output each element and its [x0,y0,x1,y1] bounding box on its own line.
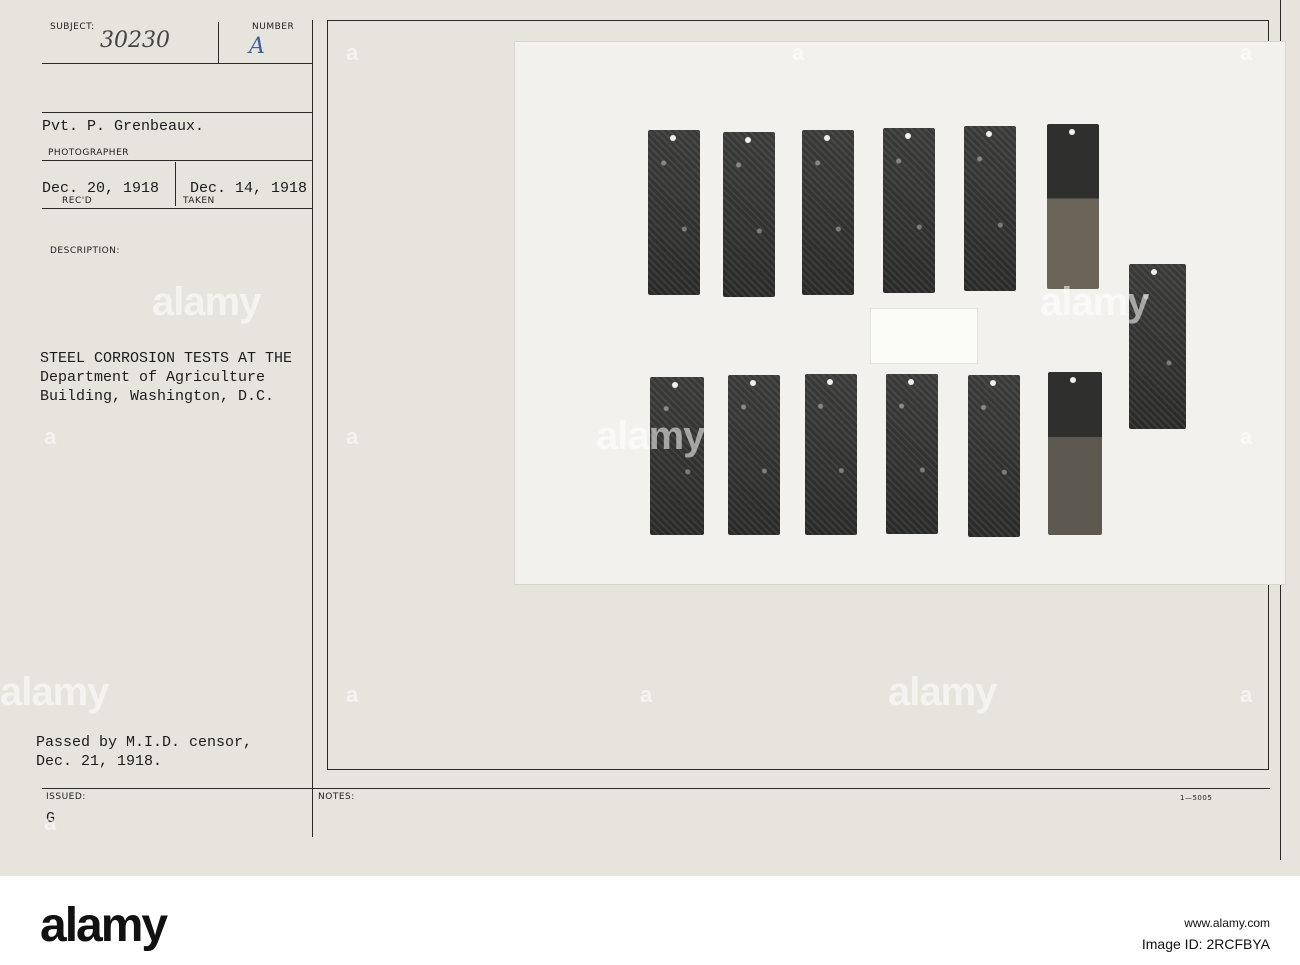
steel-strip [883,128,935,293]
watermark: alamy [888,670,997,714]
form-number: 1—5005 [1180,794,1213,802]
steel-strip [1047,124,1099,289]
description-line: STEEL CORROSION TESTS AT THE [40,350,293,367]
description-line: Department of Agriculture [40,369,266,386]
archive-card: SUBJECT: 30230 NUMBER A Pvt. P. Grenbeau… [0,0,1300,876]
description-line: Building, Washington, D.C. [40,388,275,405]
steel-strip [648,130,700,295]
notes-box-left [327,20,328,770]
photographer-underline [42,160,312,161]
watermark-mark: a [44,424,57,449]
watermark-mark: a [44,810,57,835]
watermark-mark: a [346,40,359,65]
steel-strip [1048,372,1102,535]
steel-strip [968,375,1020,537]
watermark: alamy [0,670,109,714]
footer-bar [0,876,1300,965]
watermark-mark: a [1240,682,1253,707]
corrosion-photo [515,42,1285,584]
issued-label: ISSUED: [46,792,86,802]
received-label: REC'D [62,196,93,206]
notes-box-bottom [327,769,1269,770]
subject-number: 30230 [100,28,170,53]
censor-line: Passed by M.I.D. censor, [36,734,253,751]
steel-strip [728,375,780,535]
steel-strip [886,374,938,534]
watermark-mark: a [1240,40,1253,65]
watermark-mark: a [1240,424,1253,449]
taken-label: TAKEN [183,196,215,206]
photographer-name: Pvt. P. Grenbeaux. [42,118,205,135]
watermark: alamy [1040,280,1149,324]
photographer-label: PHOTOGRAPHER [48,148,130,158]
top-rule [42,63,312,64]
subject-divider [218,22,219,64]
subject-label: SUBJECT: [50,22,95,32]
notes-label: NOTES: [318,792,355,802]
date-divider [175,162,176,206]
received-date: Dec. 20, 1918 [42,180,160,197]
alamy-logo: alamy [40,899,168,952]
censor-line: Dec. 21, 1918. [36,753,163,770]
taken-date: Dec. 14, 1918 [190,180,308,197]
steel-strip [723,132,775,297]
watermark-mark: a [792,40,805,65]
date-rule [42,208,312,209]
image-id: Image ID: 2RCFBYA [1141,936,1270,952]
watermark: alamy [152,280,261,324]
left-column-border [312,20,313,837]
notes-box-top [327,20,1269,21]
watermark-mark: a [640,682,653,707]
watermark-mark: a [346,424,359,449]
specimen-label-card [870,308,978,364]
number-value: A [249,34,265,59]
steel-strip [964,126,1016,291]
issued-rule [42,788,1270,789]
watermark: alamy [596,414,705,458]
description-label: DESCRIPTION: [50,246,120,256]
number-label: NUMBER [252,22,295,32]
steel-strip [805,374,857,535]
watermark-mark: a [346,682,359,707]
steel-strip [802,130,854,295]
photographer-rule [42,112,312,113]
footer-url[interactable]: www.alamy.com [1184,916,1270,930]
